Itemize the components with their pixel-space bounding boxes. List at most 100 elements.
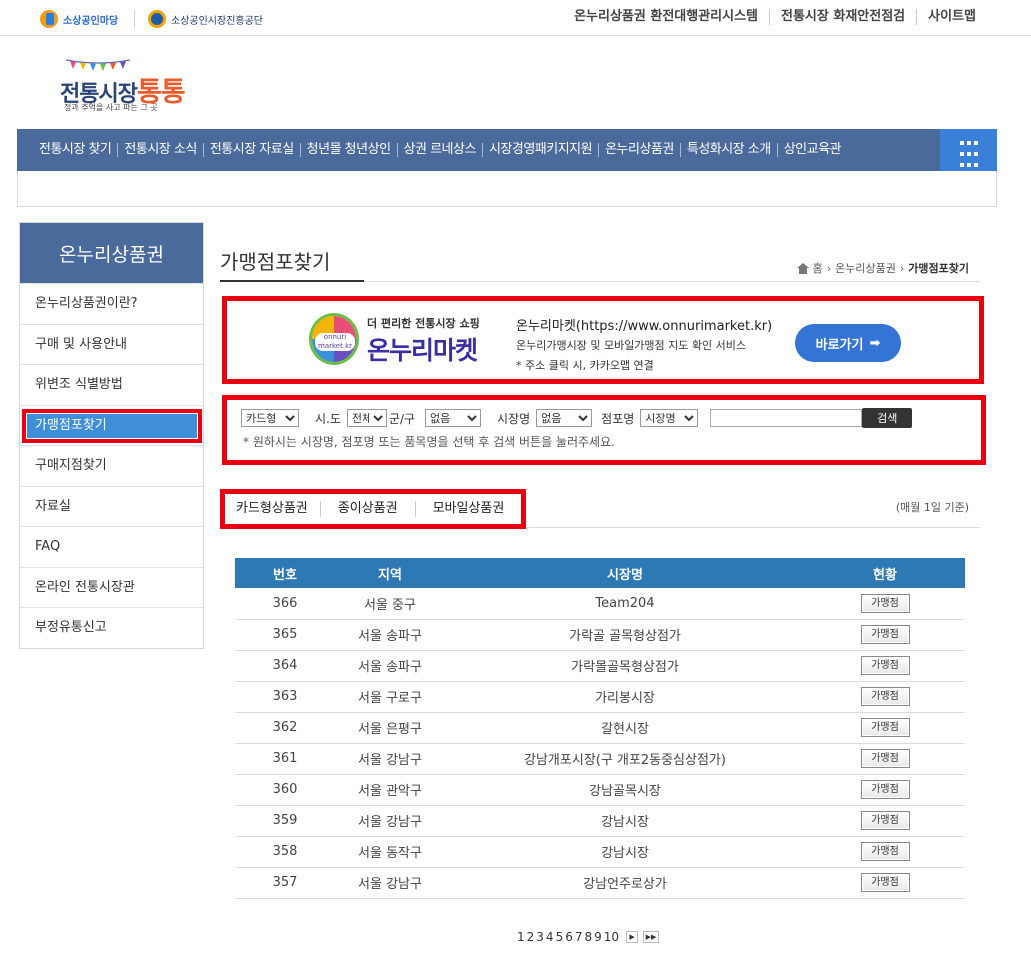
keyword-input[interactable] (710, 409, 863, 427)
site-logo[interactable]: 전통시장통통 정과 추억을 사고 파는 그 곳 (60, 54, 190, 118)
page-number-link[interactable]: 1 (516, 930, 526, 944)
nav-item-onnuri-voucher[interactable]: 온누리상품권 (598, 143, 680, 157)
nav-item-management-package[interactable]: 시장경영패키지지원 (481, 143, 598, 157)
page-number-link[interactable]: 9 (593, 930, 603, 944)
table-row: 366 서울 중구 Team204 가맹점 (235, 588, 965, 620)
side-item-store-search[interactable]: 가맹점포찾기 (20, 404, 203, 445)
cell-status: 가맹점 (805, 619, 965, 651)
go-to-market-button[interactable]: 바로가기 ➡ (795, 324, 901, 362)
table-row: 363 서울 구로구 가리봉시장 가맹점 (235, 681, 965, 713)
sido-select[interactable]: 전체 (346, 409, 387, 427)
page-number-link[interactable]: 8 (583, 930, 593, 944)
side-menu: 온누리상품권 온누리상품권이란? 구매 및 사용안내 위변조 식별방법 가맹점포… (19, 222, 204, 649)
gungu-select[interactable]: 없음 (425, 409, 482, 427)
sub-navigation-bar (17, 171, 997, 207)
cell-no: 366 (235, 588, 335, 620)
top-link-exchange-system[interactable]: 온누리상품권 환전대행관리시스템 (563, 9, 769, 25)
table-row: 364 서울 송파구 가락몰골목형상점가 가맹점 (235, 650, 965, 682)
cell-no: 365 (235, 619, 335, 651)
side-item-about[interactable]: 온누리상품권이란? (20, 283, 203, 324)
top-link-fire-safety[interactable]: 전통시장 화재안전점검 (769, 9, 916, 25)
search-button[interactable]: 검색 (862, 408, 913, 428)
top-link-sitemap[interactable]: 사이트맵 (916, 9, 987, 25)
column-header-status: 현황 (805, 558, 965, 588)
store-list-button[interactable]: 가맹점 (860, 842, 910, 861)
page-number-link[interactable]: 7 (574, 930, 584, 944)
store-list-button[interactable]: 가맹점 (860, 749, 910, 768)
side-item-faq[interactable]: FAQ (20, 526, 203, 567)
cell-region: 서울 은평구 (335, 712, 445, 744)
store-list-button[interactable]: 가맹점 (860, 593, 910, 613)
nav-item-renaissance[interactable]: 상권 르네상스 (396, 143, 482, 157)
semas-logo[interactable]: 소상공인시장진흥공단 (148, 10, 263, 28)
nav-item-market-search[interactable]: 전통시장 찾기 (33, 143, 117, 157)
banner-service-text: 온누리가맹시장 및 모바일가맹점 지도 확인 서비스 (516, 339, 747, 352)
cell-region: 서울 강남구 (335, 805, 445, 837)
side-item-purchase-guide[interactable]: 구매 및 사용안내 (20, 323, 203, 365)
table-row: 359 서울 강남구 강남시장 가맹점 (235, 805, 965, 837)
cell-region: 서울 송파구 (335, 619, 445, 651)
cell-status: 가맹점 (805, 712, 965, 744)
side-item-counterfeit-check[interactable]: 위변조 식별방법 (20, 364, 203, 405)
side-item-online-market[interactable]: 온라인 전통시장관 (20, 566, 203, 608)
page-number-link[interactable]: 4 (545, 930, 555, 944)
title-underline (220, 280, 364, 282)
market-select[interactable]: 없음 (536, 409, 593, 427)
nav-item-market-archive[interactable]: 전통시장 자료실 (202, 143, 300, 157)
chevron-right-icon: › (826, 261, 832, 275)
last-page-icon[interactable]: ▶▶ (643, 931, 660, 943)
page-number-link[interactable]: 6 (564, 930, 574, 944)
tab-card-voucher[interactable]: 카드형상품권 (225, 501, 320, 517)
store-list-button[interactable]: 가맹점 (860, 780, 910, 799)
nav-item-merchant-education[interactable]: 상인교육관 (776, 143, 847, 157)
table-header-row: 번호 지역 시장명 현황 (235, 558, 965, 588)
cell-market: 강남골목시장 (445, 774, 805, 806)
page-number-link[interactable]: 5 (555, 930, 565, 944)
cell-no: 364 (235, 650, 335, 682)
store-search-type-select[interactable]: 시장명 (640, 409, 699, 427)
sbiz-logo[interactable]: 소상공인마당 (40, 10, 118, 28)
breadcrumb-parent[interactable]: 온누리상품권 (835, 260, 896, 276)
side-item-archive[interactable]: 자료실 (20, 485, 203, 527)
table-row: 365 서울 송파구 가락골 골목형상점가 가맹점 (235, 619, 965, 651)
tab-mobile-voucher[interactable]: 모바일상품권 (414, 501, 516, 517)
cell-no: 360 (235, 774, 335, 806)
home-icon[interactable] (796, 262, 809, 274)
store-list-button[interactable]: 가맹점 (860, 873, 910, 892)
store-search-form: 카드형 시.도 전체 군/구 없음 시장명 없음 점포명 시장명 검색 * 원하… (222, 395, 986, 465)
cell-no: 359 (235, 805, 335, 837)
cell-status: 가맹점 (805, 588, 965, 620)
cell-no: 357 (235, 867, 335, 899)
cell-region: 서울 동작구 (335, 836, 445, 868)
nav-item-specialized-market[interactable]: 특성화시장 소개 (679, 143, 777, 157)
store-list-button[interactable]: 가맹점 (860, 625, 910, 644)
column-header-market: 시장명 (445, 558, 805, 588)
table-row: 360 서울 관악구 강남골목시장 가맹점 (235, 774, 965, 806)
voucher-type-select[interactable]: 카드형 (241, 409, 299, 427)
chevron-right-icon: › (899, 261, 905, 275)
breadcrumb-home[interactable]: 홈 (813, 260, 823, 276)
page-number-link[interactable]: 3 (535, 930, 545, 944)
side-item-fraud-report[interactable]: 부정유통신고 (20, 607, 203, 648)
cell-region: 서울 구로구 (335, 681, 445, 713)
gungu-label: 군/구 (388, 411, 416, 426)
nav-item-market-news[interactable]: 전통시장 소식 (117, 143, 202, 157)
side-item-branch-search[interactable]: 구매지점찾기 (20, 445, 203, 486)
page-number-link[interactable]: 2 (526, 930, 536, 944)
search-note: * 원하시는 시장명, 점포명 또는 품목명을 선택 후 검색 버튼을 눌러주세… (243, 435, 615, 449)
breadcrumb-current: 가맹점포찾기 (908, 262, 969, 275)
side-menu-title: 온누리상품권 (20, 223, 203, 283)
banner-slogan: 더 편리한 전통시장 쇼핑 (367, 317, 480, 330)
all-menu-grid-icon[interactable] (940, 129, 997, 171)
nav-item-youth-mall[interactable]: 청년몰 청년상인 (299, 143, 397, 157)
cell-status: 가맹점 (805, 805, 965, 837)
tab-paper-voucher[interactable]: 종이상품권 (319, 501, 415, 517)
cell-region: 서울 송파구 (335, 650, 445, 682)
store-list-button[interactable]: 가맹점 (860, 811, 910, 830)
store-list-button[interactable]: 가맹점 (860, 656, 910, 675)
cell-no: 361 (235, 743, 335, 775)
store-list-button[interactable]: 가맹점 (860, 687, 910, 706)
next-page-icon[interactable]: ▶ (626, 931, 639, 943)
page-number-link[interactable]: 10 (603, 930, 620, 944)
store-list-button[interactable]: 가맹점 (860, 718, 910, 737)
